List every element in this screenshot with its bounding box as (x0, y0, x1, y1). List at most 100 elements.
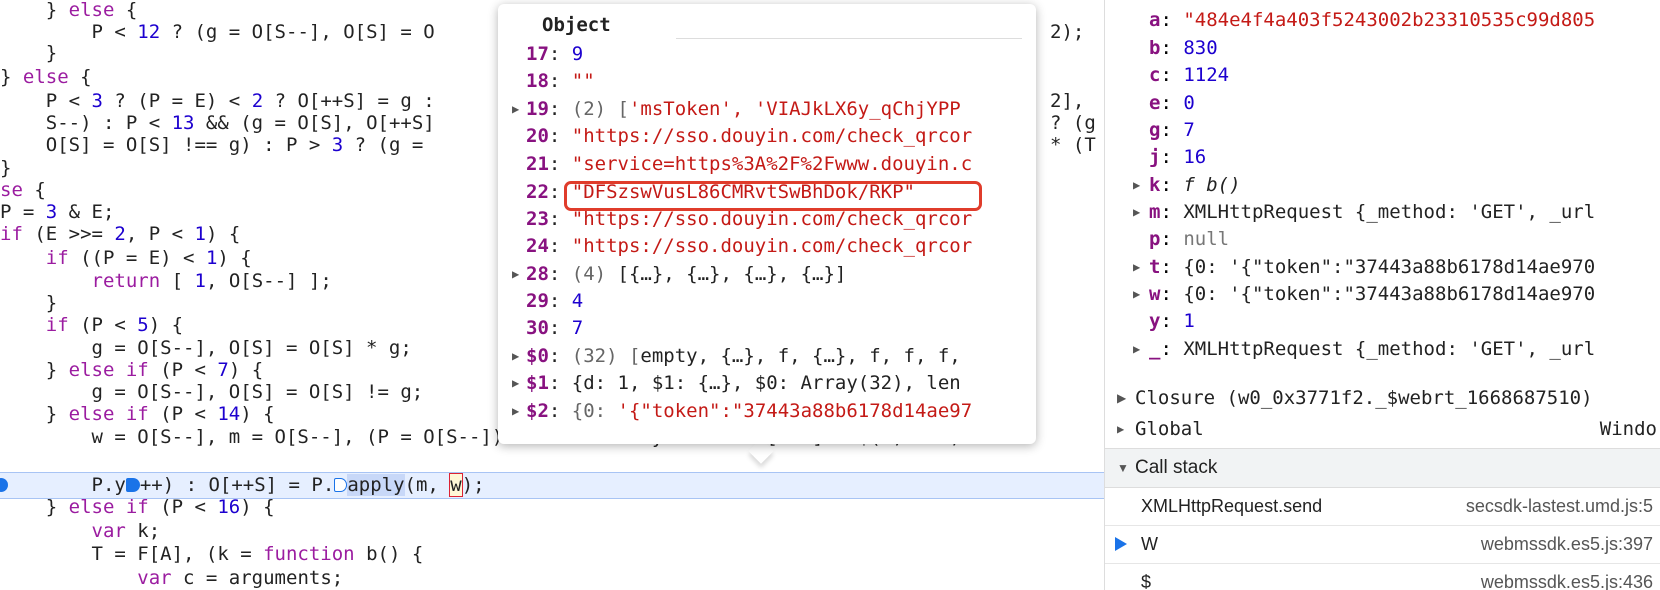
scope-panel[interactable]: a: "484e4f4a403f5243002b23310535c99d805 b… (1104, 0, 1660, 590)
property-value: [{…}, {…}, {…}, {…}] (617, 263, 847, 285)
scope-variable-row[interactable]: b: 830 (1149, 34, 1218, 62)
property-value: 9 (571, 43, 584, 65)
popover-property-row[interactable]: ▶ 19: (2) ['msToken', 'VIAJkLX6y_qChjYPP (512, 95, 1012, 123)
inline-breakpoint-icon[interactable] (125, 478, 140, 492)
expand-triangle-icon[interactable]: ▶ (512, 260, 526, 288)
scope-variable-row[interactable]: ▶ k: f b() (1133, 171, 1241, 199)
popover-property-row[interactable]: ▶ $2: {0: '{"token":"37443a88b6178d14ae97 (512, 397, 1012, 425)
scope-variable-row[interactable]: p: null (1149, 225, 1229, 253)
code-line-2: P < 12 ? (g = O[S--], O[S] = O (0, 21, 435, 43)
scope-variable-row[interactable]: c: 1124 (1149, 61, 1229, 89)
scope-variable-row[interactable]: ▶ t: {0: '{"token":"37443a88b6178d14ae970 (1133, 253, 1595, 281)
expand-triangle-icon[interactable]: ▶ (1133, 280, 1149, 308)
variable-value: 7 (1183, 119, 1195, 141)
frame-function-name: $ (1141, 572, 1152, 590)
variable-value: 830 (1183, 37, 1218, 59)
popover-property-row[interactable]: 18: "" (512, 67, 1012, 95)
scope-variable-row[interactable]: g: 7 (1149, 116, 1195, 144)
property-value: '{"token":"37443a88b6178d14ae97 (617, 400, 973, 422)
frame-function-name: W (1141, 534, 1158, 554)
call-stack-frame[interactable]: $ webmssdk.es5.js:436 (1105, 563, 1660, 590)
collapse-triangle-icon[interactable]: ▼ (1117, 449, 1129, 487)
popover-property-row[interactable]: ▶ 28: (4) [{…}, {…}, {…}, {…}] (512, 260, 1012, 288)
scope-variable-row[interactable]: y: 1 (1149, 307, 1195, 335)
property-key: $0 (526, 345, 549, 367)
popover-property-row[interactable]: 29: 4 (512, 287, 1012, 315)
expand-triangle-icon[interactable]: ▶ (512, 397, 526, 425)
popover-property-row[interactable]: 21: "service=https%3A%2F%2Fwww.douyin.c (512, 150, 1012, 178)
variable-value: "484e4f4a403f5243002b23310535c99d805 (1183, 9, 1596, 31)
property-key: 21 (526, 153, 549, 175)
closure-scope-row[interactable]: ▶ Closure (w0_0x3771f2._$webrt_166868751… (1105, 382, 1660, 414)
scope-variable-row[interactable]: ▶ m: XMLHttpRequest {_method: 'GET', _url (1133, 198, 1595, 226)
expand-triangle-icon[interactable]: ▶ (1117, 413, 1124, 445)
variable-name: w (1149, 283, 1161, 305)
scope-variable-row[interactable]: e: 0 (1149, 89, 1195, 117)
call-stack-frame[interactable]: Wwebmssdk.es5.js:397 (1105, 525, 1660, 564)
frame-location-link[interactable]: webmssdk.es5.js:436 (1481, 563, 1653, 590)
variable-name: b (1149, 37, 1161, 59)
inline-breakpoint-outline-icon[interactable] (334, 478, 348, 492)
scope-variable-row[interactable]: a: "484e4f4a403f5243002b23310535c99d805 (1149, 6, 1595, 34)
expand-triangle-icon[interactable]: ▶ (1133, 253, 1149, 281)
property-key: 20 (526, 125, 549, 147)
object-preview-popover[interactable]: Object 17: 9 18: "" ▶ 19: (2) ['msToken', … (498, 4, 1036, 444)
variable-name: e (1149, 92, 1161, 114)
frame-location-link[interactable]: secsdk-lastest.umd.js:5 (1466, 487, 1653, 525)
code-line-24: T = F[A], (k = function b() { (0, 543, 424, 565)
popover-property-row[interactable]: 17: 9 (512, 40, 1012, 68)
property-key: 23 (526, 208, 549, 230)
property-value: "service=https%3A%2F%2Fwww.douyin.c (571, 153, 973, 175)
variable-name: a (1149, 9, 1161, 31)
code-line-7: O[S] = O[S] !== g) : P > 3 ? (g = (0, 134, 435, 156)
property-value: 7 (571, 317, 584, 339)
variable-value: {0: '{"token":"37443a88b6178d14ae970 (1183, 256, 1596, 278)
frame-location-link[interactable]: webmssdk.es5.js:397 (1481, 525, 1653, 563)
popover-property-row[interactable]: 30: 7 (512, 314, 1012, 342)
expand-triangle-icon[interactable]: ▶ (1133, 171, 1149, 199)
current-frame-arrow-icon (1115, 537, 1127, 551)
expand-triangle-icon[interactable]: ▶ (512, 95, 526, 123)
expand-triangle-icon[interactable]: ▶ (1133, 335, 1149, 363)
expand-triangle-icon[interactable]: ▶ (1133, 198, 1149, 226)
variable-value: null (1183, 228, 1230, 250)
variable-name: k (1149, 174, 1161, 196)
call-stack-frame[interactable]: XMLHttpRequest.send secsdk-lastest.umd.js… (1105, 487, 1660, 526)
property-key: 19 (526, 98, 549, 120)
popover-property-row[interactable]: 20: "https://sso.douyin.com/check_qrcor (512, 122, 1012, 150)
scope-variable-row[interactable]: ▶ w: {0: '{"token":"37443a88b6178d14ae970 (1133, 280, 1595, 308)
scope-variable-row[interactable]: ▶ _: XMLHttpRequest {_method: 'GET', _url (1133, 335, 1595, 363)
code-line-11: if (E >>= 2, P < 1) { (0, 223, 241, 245)
expand-triangle-icon[interactable]: ▶ (1117, 382, 1126, 414)
property-value: empty, {…}, f, {…}, f, f, f, (640, 345, 961, 367)
scope-variable-row[interactable]: j: 16 (1149, 143, 1206, 171)
property-prefix: (32) [ (571, 345, 641, 367)
variable-name: g (1149, 119, 1161, 141)
variable-name: m (1149, 201, 1161, 223)
property-value: "https://sso.douyin.com/check_qrcor (571, 235, 973, 257)
code-fragment: 2); (1050, 21, 1085, 43)
property-value: "https://sso.douyin.com/check_qrcor (571, 125, 973, 147)
variable-name: c (1149, 64, 1161, 86)
property-value: "" (571, 70, 595, 92)
popover-property-row[interactable]: ▶ $0: (32) [empty, {…}, f, {…}, f, f, f, (512, 342, 1012, 370)
variable-name: t (1149, 256, 1161, 278)
popover-property-row[interactable]: 24: "https://sso.douyin.com/check_qrcor (512, 232, 1012, 260)
variable-value: XMLHttpRequest {_method: 'GET', _url (1183, 201, 1596, 223)
expand-triangle-icon[interactable]: ▶ (512, 342, 526, 370)
global-scope-row[interactable]: ▶ Global Windo (1105, 413, 1660, 445)
frame-function-name: XMLHttpRequest.send (1141, 496, 1323, 516)
popover-property-row[interactable]: ▶ $1: {d: 1, $1: {…}, $0: Array(32), len (512, 369, 1012, 397)
property-prefix: {0: (571, 400, 618, 422)
property-key: 18 (526, 70, 549, 92)
call-stack-header[interactable]: ▼ Call stack (1105, 448, 1660, 488)
property-key: $1 (526, 372, 549, 394)
code-line-22: } else if (P < 16) { (0, 496, 275, 518)
expand-triangle-icon[interactable]: ▶ (512, 369, 526, 397)
variable-value: XMLHttpRequest {_method: 'GET', _url (1183, 338, 1596, 360)
popover-title: Object (542, 14, 611, 36)
property-value: 'msToken', 'VIAJkLX6y_qChjYPP (628, 98, 961, 120)
